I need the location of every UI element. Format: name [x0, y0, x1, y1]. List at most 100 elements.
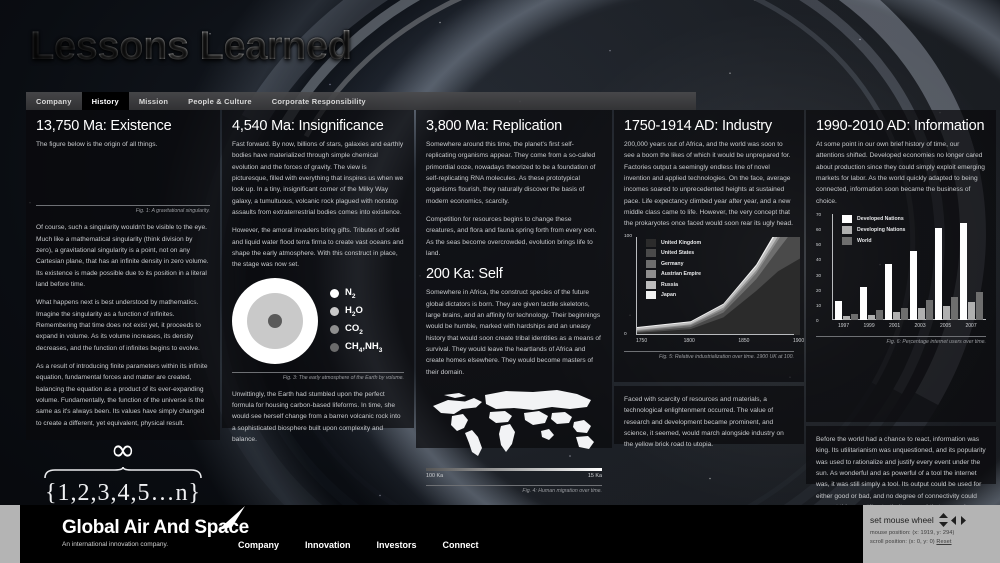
figure-5-legend: United Kingdom United States Germany Austri…: [646, 238, 701, 300]
paragraph-replication-1: Somewhere around this time, the planet's…: [426, 141, 596, 205]
legend-item: Developing Nations: [842, 225, 906, 234]
atmosphere-legend-item: CO2: [330, 323, 382, 336]
legend-swatch-icon: [646, 238, 656, 247]
lead-existence: The figure below is the origin of all th…: [36, 141, 158, 148]
mouse-wheel-label: set mouse wheel: [870, 515, 934, 525]
figure-3-caption: Fig. 3: The early atmosphere of the Eart…: [282, 374, 404, 381]
tab-people-culture[interactable]: People & Culture: [178, 92, 262, 110]
figure-1-singularity: [36, 157, 210, 201]
legend-item: Russia: [646, 280, 701, 289]
bar: [968, 301, 975, 320]
figure-4-caption: Fig. 4: Human migration over time.: [522, 487, 602, 494]
legend-item: Austrian Empire: [646, 270, 701, 279]
atmosphere-legend-label: N2: [345, 287, 356, 301]
divider: [426, 484, 602, 486]
atmosphere-donut-chart: [232, 277, 318, 364]
figure-4-world-map: 100 Ka 15 Ka: [426, 385, 602, 479]
mouse-wheel-panel: set mouse wheel mouse position: (x: 1919…: [870, 513, 994, 545]
page-footer: Global Air And Space An international in…: [0, 505, 1000, 563]
legend-item: Developed Nations: [842, 214, 905, 223]
scroll-position-readout: scroll position: (x: 0, y: 0) Reset: [870, 539, 994, 545]
mouse-position-readout: mouse position: (x: 1919, y: 294): [870, 530, 955, 536]
legend-label: United States: [661, 250, 695, 257]
reset-link[interactable]: Reset: [936, 539, 951, 545]
page-title: Lessons Learned: [30, 24, 352, 68]
paragraph-industry-2: Faced with scarcity of resources and mat…: [624, 396, 784, 449]
paragraph-existence-2: What happens next is best understood by …: [36, 299, 201, 352]
donut-ring-3: [268, 313, 282, 328]
footer-link-innovation[interactable]: Innovation: [305, 540, 351, 550]
footer-link-investors[interactable]: Investors: [377, 540, 417, 550]
tab-corporate-responsibility[interactable]: Corporate Responsibility: [262, 92, 376, 110]
legend-swatch-icon: [330, 289, 339, 299]
bar-group: [935, 214, 958, 320]
brand-logo[interactable]: Global Air And Space An international in…: [62, 506, 249, 548]
swoosh-icon: [218, 506, 245, 530]
y-tick-label: 20: [816, 287, 822, 293]
legend-label: Germany: [661, 260, 684, 267]
bar: [893, 312, 900, 320]
atmosphere-legend-item: H2O: [330, 305, 382, 318]
column-industry: 1750-1914 AD: Industry 200,000 years out…: [614, 110, 804, 382]
bar: [910, 251, 917, 320]
legend-swatch-icon: [330, 307, 339, 317]
atmosphere-legend-label: CH4,NH3: [345, 341, 383, 354]
figure-1-caption: Fig. 1: A gravitational singularity.: [135, 208, 210, 215]
x-tick-label: 1800: [683, 337, 695, 344]
paragraph-information-1: At some point in our own brief history o…: [816, 141, 985, 205]
legend-swatch-icon: [646, 249, 656, 258]
bar: [951, 296, 958, 320]
y-tick-label: 10: [816, 302, 822, 308]
y-axis-line: [832, 213, 833, 320]
scroll-position-value: scroll position: (x: 0, y: 0): [870, 539, 935, 545]
divider: [816, 335, 986, 337]
bar: [860, 287, 867, 320]
x-tick-label: 1850: [738, 337, 750, 344]
legend-item: United States: [646, 249, 701, 258]
y-tick-label: 40: [816, 257, 822, 263]
wheel-vertical-icon[interactable]: [938, 513, 948, 527]
legend-label: Japan: [661, 292, 676, 299]
tab-company[interactable]: Company: [26, 92, 82, 110]
legend-swatch-icon: [646, 280, 656, 289]
tab-history[interactable]: History: [81, 92, 129, 110]
y-tick-label: 100: [624, 233, 633, 239]
x-tick-label: 1750: [636, 337, 648, 344]
footer-link-company[interactable]: Company: [238, 540, 279, 550]
heading-industry: 1750-1914 AD: Industry: [624, 118, 772, 134]
legend-item: United Kingdom: [646, 238, 701, 247]
column-replication: 3,800 Ma: Replication Somewhere around t…: [416, 110, 612, 494]
map-scale-left: 100 Ka: [426, 472, 444, 479]
paragraph-replication-2: Competition for resources begins to chan…: [426, 215, 597, 257]
column-existence: 13,750 Ma: Existence The figure below is…: [26, 110, 220, 522]
y-tick-label: 50: [816, 242, 822, 248]
atmosphere-legend: N2 H2O CO2 CH4,NH3: [330, 287, 382, 354]
bar: [885, 263, 892, 320]
y-axis-line: [636, 236, 637, 335]
atmosphere-legend-label: CO2: [345, 323, 363, 336]
bar: [926, 300, 933, 320]
footer-dark-panel: Global Air And Space An international in…: [20, 505, 863, 563]
figure-6-legend: Developed Nations Developing Nations World: [842, 214, 906, 245]
wheel-horizontal-icon[interactable]: [950, 515, 966, 525]
heading-replication: 3,800 Ma: Replication: [426, 118, 563, 134]
figure-6-bar-chart: Developed Nations Developing Nations World…: [816, 212, 986, 334]
x-tick-label: 2007: [965, 322, 977, 329]
legend-label: Developing Nations: [857, 226, 906, 233]
legend-swatch-icon: [646, 270, 656, 279]
x-tick-label: 1900: [793, 337, 805, 344]
mouse-wheel-controls[interactable]: [938, 513, 966, 527]
tab-mission[interactable]: Mission: [129, 92, 178, 110]
divider: [36, 205, 210, 207]
main-nav-tabs: Company History Mission People & Culture Cor…: [26, 92, 696, 110]
legend-label: World: [857, 237, 872, 244]
y-tick-label: 30: [816, 272, 822, 278]
heading-existence: 13,750 Ma: Existence: [36, 118, 172, 134]
divider: [232, 371, 404, 373]
footer-link-connect[interactable]: Connect: [443, 540, 479, 550]
x-tick-label: 1997: [838, 322, 850, 329]
x-tick-label: 2001: [889, 322, 901, 329]
paragraph-existence-3: As a result of introducing finite parame…: [36, 362, 208, 427]
bar: [976, 291, 983, 320]
legend-swatch-icon: [646, 259, 656, 268]
